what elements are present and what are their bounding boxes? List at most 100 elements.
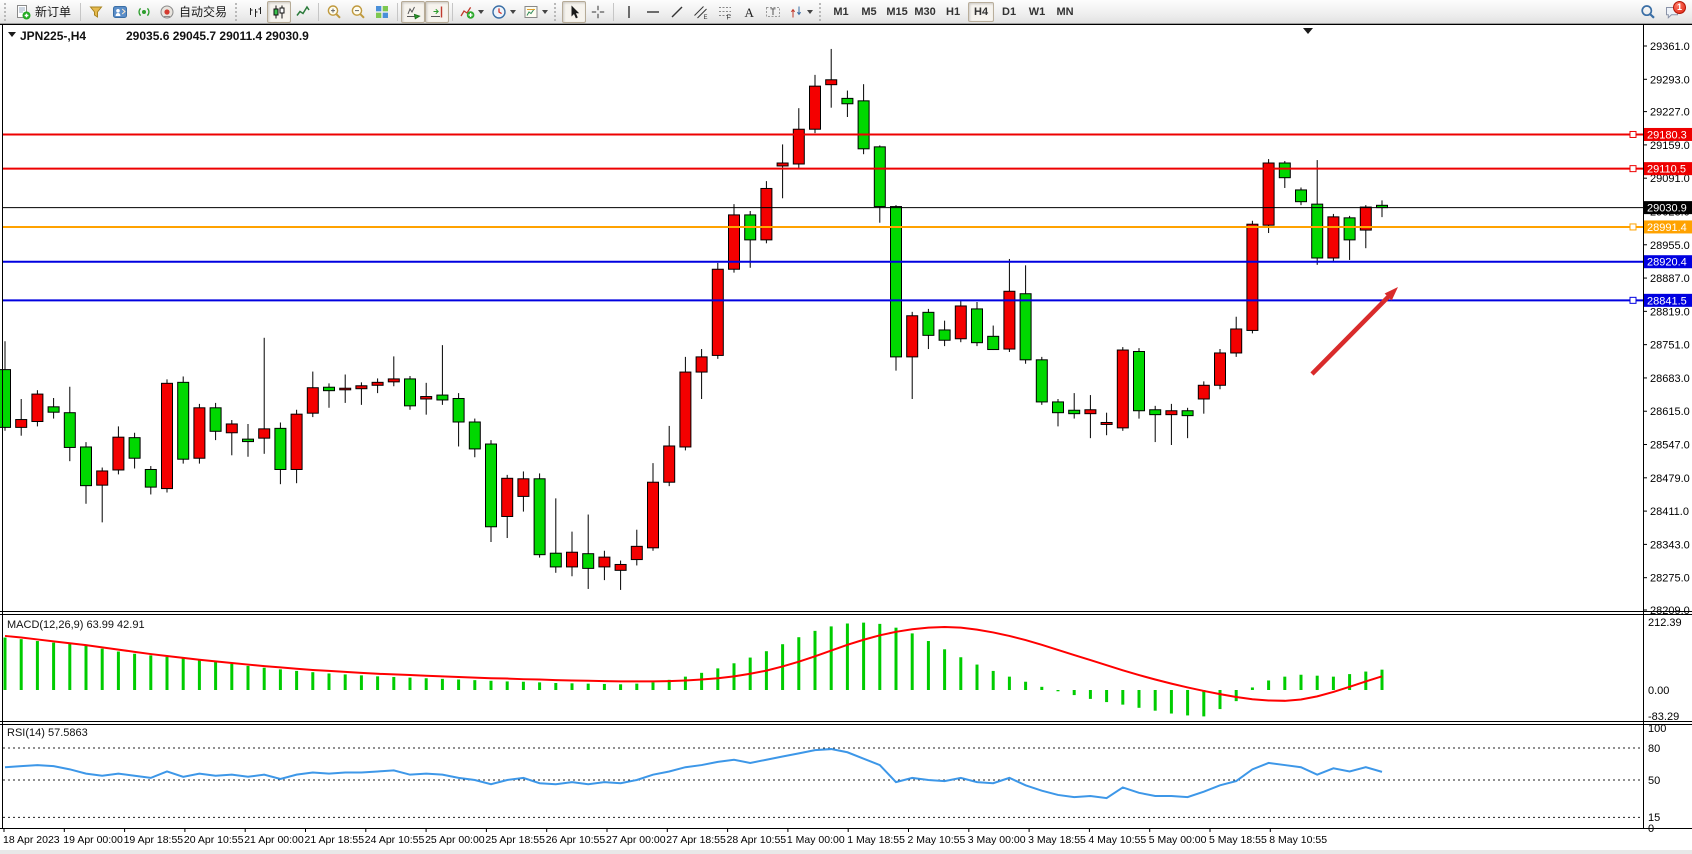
chart-title-ohlc: 29035.6 29045.7 29011.4 29030.9: [126, 29, 309, 43]
line-handle[interactable]: [1630, 297, 1636, 303]
time-tick-label: 18 Apr 2023: [3, 834, 60, 846]
chart-shift-button[interactable]: [425, 1, 449, 23]
candle-down: [1036, 360, 1047, 402]
candle-down: [81, 447, 92, 486]
chart-canvas[interactable]: 29361.029293.029227.029159.029091.029023…: [0, 24, 1692, 854]
notifications-button[interactable]: 1: [1660, 1, 1684, 23]
zoom-out-button[interactable]: [346, 1, 370, 23]
fibonacci-icon: F: [717, 4, 733, 20]
candlestick-icon: [271, 4, 287, 20]
indicators-button[interactable]: [456, 1, 488, 23]
line-chart-button[interactable]: [291, 1, 315, 23]
timeframe-m30-button[interactable]: M30: [912, 2, 938, 22]
price-tick-label: 28411.0: [1650, 506, 1689, 518]
timeframe-d1-button[interactable]: D1: [996, 2, 1022, 22]
candle-up: [388, 379, 399, 382]
line-handle[interactable]: [1630, 131, 1636, 137]
tile-windows-button[interactable]: [370, 1, 394, 23]
candle-down: [437, 395, 448, 400]
signals-button[interactable]: [132, 1, 156, 23]
candle-down: [1279, 163, 1290, 178]
text-label-button[interactable]: T: [761, 1, 785, 23]
timeframe-mn-button[interactable]: MN: [1052, 2, 1078, 22]
candle-down: [1344, 218, 1355, 240]
candle-up: [712, 269, 723, 355]
bar-chart-button[interactable]: [243, 1, 267, 23]
candle-up: [631, 546, 642, 559]
candle-up: [307, 388, 318, 413]
price-tick-label: 28887.0: [1650, 273, 1690, 285]
chevron-down-icon[interactable]: [807, 10, 813, 14]
zoom-out-icon: [350, 4, 366, 20]
chevron-down-icon[interactable]: [478, 10, 484, 14]
candle-down: [145, 469, 156, 487]
candle-up: [777, 163, 788, 166]
candlestick-button[interactable]: [267, 1, 291, 23]
new-order-button-label: 新订单: [35, 3, 71, 20]
crosshair-button[interactable]: [586, 1, 610, 23]
candle-up: [113, 437, 124, 470]
new-order-button[interactable]: 新订单: [12, 1, 77, 23]
trendline-icon: [669, 4, 685, 20]
arrows-button[interactable]: [785, 1, 817, 23]
time-tick-label: 26 Apr 10:55: [546, 834, 606, 846]
candle-up: [810, 86, 821, 129]
candle-up: [340, 388, 351, 390]
cursor-icon: [566, 4, 582, 20]
line-handle[interactable]: [1630, 166, 1636, 172]
candle-up: [1198, 385, 1209, 399]
trendline-button[interactable]: [665, 1, 689, 23]
candle-up: [32, 394, 43, 421]
fibonacci-button[interactable]: F: [713, 1, 737, 23]
candle-up: [761, 188, 772, 239]
cursor-button[interactable]: [562, 1, 586, 23]
candle-up: [1085, 410, 1096, 414]
channel-button[interactable]: E: [689, 1, 713, 23]
candle-up: [226, 424, 237, 433]
periods-button[interactable]: [488, 1, 520, 23]
candle-down: [324, 387, 335, 390]
text-label-icon: T: [765, 4, 781, 20]
text-button[interactable]: A: [737, 1, 761, 23]
auto-scroll-button[interactable]: [401, 1, 425, 23]
price-tick-label: 28683.0: [1650, 373, 1690, 385]
vertical-line-button[interactable]: [617, 1, 641, 23]
candle-up: [1231, 329, 1242, 353]
candle-down: [129, 438, 140, 459]
zoom-in-button[interactable]: [322, 1, 346, 23]
candle-up: [648, 482, 659, 548]
candle-down: [1312, 204, 1323, 258]
line-handle[interactable]: [1630, 224, 1636, 230]
candle-down: [1020, 294, 1031, 360]
candle-up: [518, 479, 529, 497]
candle-down: [891, 207, 902, 357]
chart-title-symbol: JPN225-,H4: [20, 29, 86, 43]
timeframe-m5-button[interactable]: M5: [856, 2, 882, 22]
candle-up: [421, 397, 432, 399]
search-icon: [1640, 4, 1656, 20]
candle-down: [1053, 402, 1064, 413]
chevron-down-icon[interactable]: [510, 10, 516, 14]
search-button[interactable]: [1636, 1, 1660, 23]
price-tick-label: 29293.0: [1650, 74, 1690, 86]
svg-text:A: A: [745, 5, 755, 20]
horizontal-line-button[interactable]: [641, 1, 665, 23]
timeframe-m1-button[interactable]: M1: [828, 2, 854, 22]
timeframe-m15-button[interactable]: M15: [884, 2, 910, 22]
templates-button[interactable]: [520, 1, 552, 23]
timeframe-h4-button[interactable]: H4: [968, 2, 994, 22]
quotes-button[interactable]: [84, 1, 108, 23]
tile-windows-icon: [374, 4, 390, 20]
candle-up: [259, 429, 270, 438]
chevron-down-icon[interactable]: [542, 10, 548, 14]
editor-button[interactable]: [108, 1, 132, 23]
candle-up: [696, 357, 707, 372]
timeframe-h1-button[interactable]: H1: [940, 2, 966, 22]
candle-down: [210, 408, 221, 431]
price-tick-label: 28819.0: [1650, 306, 1690, 318]
zoom-in-icon: [326, 4, 342, 20]
price-tick-label: 28209.0: [1650, 605, 1690, 617]
timeframe-w1-button[interactable]: W1: [1024, 2, 1050, 22]
vline-icon: [621, 4, 637, 20]
auto-trading-button[interactable]: 自动交易: [156, 1, 233, 23]
